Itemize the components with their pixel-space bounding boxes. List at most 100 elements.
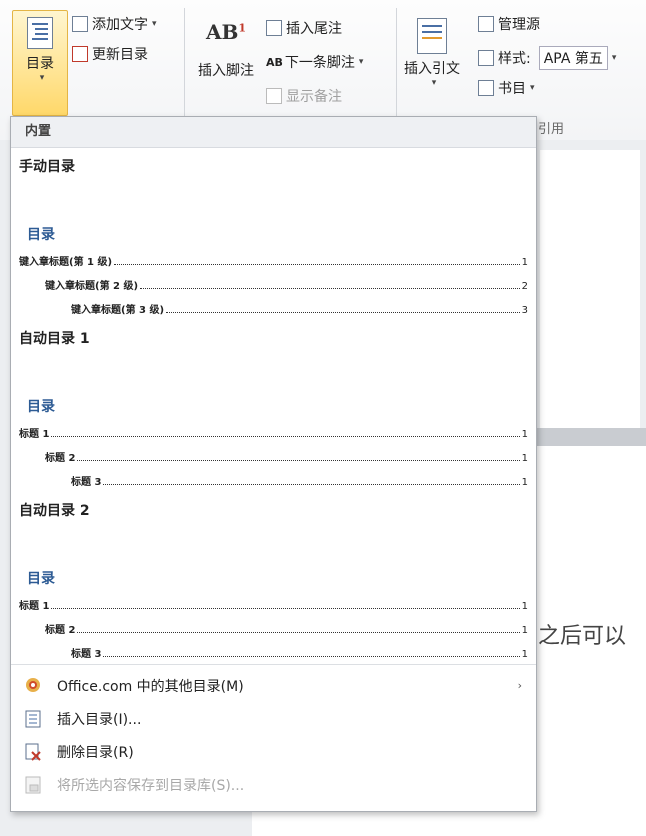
toc-page-number: 1 xyxy=(521,453,528,464)
toc-icon xyxy=(27,17,53,49)
insert-endnote-button[interactable]: 插入尾注 xyxy=(266,18,342,38)
show-notes-label: 显示备注 xyxy=(286,89,342,105)
update-toc-button[interactable]: 更新目录 xyxy=(72,44,148,64)
insert-endnote-label: 插入尾注 xyxy=(286,21,342,37)
toc-entry-label: 键入章标题(第 2 级) xyxy=(45,281,139,292)
toc-gallery-item[interactable]: 自动目录 1 目录 标题 1 1 标题 2 1 标题 3 1 xyxy=(11,320,536,492)
toc-page-number: 2 xyxy=(521,281,528,292)
toc-preview-line: 键入章标题(第 1 级) 1 xyxy=(19,253,528,268)
next-footnote-button[interactable]: AB 下一条脚注 ▾ xyxy=(266,52,363,72)
toc-entry-label: 标题 2 xyxy=(45,453,76,464)
footnote-icon-sup: 1 xyxy=(238,21,247,35)
gallery-list: 手动目录 目录 键入章标题(第 1 级) 1 键入章标题(第 2 级) 2 键入章标题(第 … xyxy=(11,148,536,664)
chevron-down-icon[interactable]: ▾ xyxy=(612,53,617,63)
insert-footnote-button[interactable]: AB1 插入脚注 xyxy=(190,20,262,80)
save-selection-label: 将所选内容保存到目录库(S)... xyxy=(57,777,245,794)
toc-preview-line: 标题 1 1 xyxy=(19,597,528,612)
toc-page-number: 1 xyxy=(521,257,528,268)
add-text-button[interactable]: 添加文字 ▾ xyxy=(72,14,157,34)
insert-footnote-label: 插入脚注 xyxy=(198,63,254,79)
toc-preview-line: 标题 1 1 xyxy=(19,425,528,440)
toc-leader-dots xyxy=(103,484,520,485)
toc-entry-label: 标题 3 xyxy=(71,649,102,660)
show-notes-icon xyxy=(266,88,282,104)
more-office-toc-label: Office.com 中的其他目录(M) xyxy=(57,678,244,695)
document-text: 之后可以 xyxy=(538,624,627,649)
update-toc-label: 更新目录 xyxy=(92,47,148,63)
add-text-icon xyxy=(72,16,88,32)
chevron-down-icon: ▾ xyxy=(152,19,157,29)
toc-page-number: 1 xyxy=(521,601,528,612)
next-footnote-icon: AB xyxy=(266,55,283,69)
menu-divider xyxy=(11,664,536,665)
toc-preview-line: 标题 2 1 xyxy=(19,449,528,464)
ribbon-separator xyxy=(396,8,397,120)
toc-gallery-item[interactable]: 自动目录 2 目录标题 1 1 标题 2 1 标题 3 1 xyxy=(11,492,536,664)
document-page xyxy=(540,150,640,430)
save-to-gallery-icon xyxy=(25,776,41,794)
toc-leader-dots xyxy=(77,632,520,633)
footnote-icon-text: AB xyxy=(205,20,239,44)
next-footnote-label: 下一条脚注 xyxy=(284,55,355,71)
toc-leader-dots xyxy=(77,460,520,461)
toc-entry-label: 标题 2 xyxy=(45,625,76,636)
chevron-down-icon: ▾ xyxy=(39,73,45,83)
toc-leader-dots xyxy=(114,264,520,265)
toc-page-number: 1 xyxy=(521,429,528,440)
save-selection-item[interactable]: 将所选内容保存到目录库(S)... xyxy=(11,768,536,801)
toc-entry-label: 标题 1 xyxy=(19,601,50,612)
manage-sources-button[interactable]: 管理源 xyxy=(478,14,540,34)
toc-leader-dots xyxy=(103,656,520,657)
chevron-right-icon: › xyxy=(517,679,522,692)
toc-preview-heading: 目录 xyxy=(27,227,55,243)
remove-toc-label: 删除目录(R) xyxy=(57,744,134,761)
show-notes-button[interactable]: 显示备注 xyxy=(266,86,342,106)
add-text-label: 添加文字 xyxy=(92,17,148,33)
bibliography-button[interactable]: 书目 ▾ xyxy=(478,78,535,98)
remove-toc-icon xyxy=(25,743,41,761)
toc-entry-label: 标题 3 xyxy=(71,477,102,488)
ribbon-separator xyxy=(184,8,185,120)
insert-citation-label: 插入引文 xyxy=(404,61,460,77)
toc-page-number: 3 xyxy=(521,305,528,316)
endnote-icon xyxy=(266,20,282,36)
footnote-icon: AB1 xyxy=(190,20,262,44)
toc-preview-line: 键入章标题(第 3 级) 3 xyxy=(19,301,528,316)
gallery-header: 内置 xyxy=(11,117,536,148)
bibliography-icon xyxy=(478,80,494,96)
office-globe-icon xyxy=(25,677,41,695)
chevron-down-icon: ▾ xyxy=(358,57,364,67)
toc-preview-line: 标题 3 1 xyxy=(19,645,528,660)
more-office-toc-item[interactable]: Office.com 中的其他目录(M) › xyxy=(11,669,536,702)
remove-toc-item[interactable]: 删除目录(R) xyxy=(11,735,536,768)
style-selector[interactable]: 样式: APA 第五 ▾ xyxy=(478,46,616,70)
style-value[interactable]: APA 第五 xyxy=(538,46,608,70)
toc-button-label: 目录 xyxy=(26,56,54,72)
toc-gallery-item[interactable]: 手动目录 目录 键入章标题(第 1 级) 1 键入章标题(第 2 级) 2 键入章标题(第 … xyxy=(11,148,536,320)
toc-page-number: 1 xyxy=(521,649,528,660)
toc-leader-dots xyxy=(166,312,520,313)
toc-preview-heading: 目录 xyxy=(27,571,55,587)
style-label: 样式: xyxy=(498,51,531,67)
insert-toc-item[interactable]: 插入目录(I)... xyxy=(11,702,536,735)
insert-citation-button[interactable]: 插入引文 ▾ xyxy=(402,12,462,88)
toc-gallery-dropdown: 内置 手动目录 目录 键入章标题(第 1 级) 1 键入章标题(第 2 级) 2 键入章标题… xyxy=(10,116,537,812)
chevron-down-icon: ▾ xyxy=(431,78,437,88)
toc-entry-label: 标题 1 xyxy=(19,429,50,440)
toc-leader-dots xyxy=(51,608,520,609)
toc-leader-dots xyxy=(140,288,520,289)
toc-preview-heading: 目录 xyxy=(27,399,55,415)
toc-entry-label: 键入章标题(第 3 级) xyxy=(71,305,165,316)
gallery-item-title: 自动目录 2 xyxy=(19,503,90,519)
toc-button[interactable]: 目录 ▾ xyxy=(12,10,68,116)
style-icon xyxy=(478,50,494,66)
toc-preview-line: 键入章标题(第 2 级) 2 xyxy=(19,277,528,292)
gallery-item-title: 手动目录 xyxy=(19,159,75,175)
toc-preview-line: 标题 2 1 xyxy=(19,621,528,636)
toc-page-number: 1 xyxy=(521,625,528,636)
gallery-item-title: 自动目录 1 xyxy=(19,331,90,347)
citation-icon xyxy=(417,18,447,54)
update-toc-icon xyxy=(72,46,88,62)
manage-sources-label: 管理源 xyxy=(498,17,540,33)
toc-preview-line: 标题 3 1 xyxy=(19,473,528,488)
